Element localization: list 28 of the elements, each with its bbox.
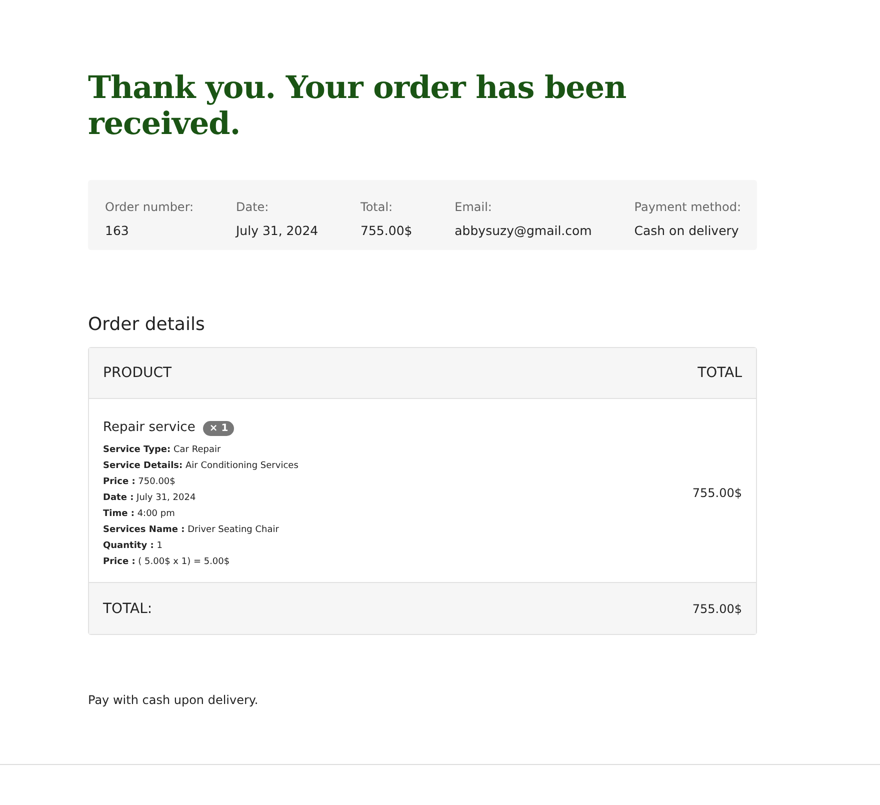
quantity-badge: × 1 <box>203 421 234 436</box>
column-header: PRODUCT <box>103 365 172 381</box>
product-detail: Quantity : 1 <box>103 540 164 553</box>
product-detail: Date : July 31, 2024 <box>103 492 197 505</box>
summary-value: abbysuzy@gmail.com <box>454 223 592 238</box>
footer-total: 755.00$ <box>692 602 742 616</box>
footer-label: TOTAL: <box>103 600 152 616</box>
summary-value: 755.00$ <box>360 223 412 238</box>
product-name: Repair service <box>103 420 196 435</box>
summary-value: 163 <box>105 223 130 238</box>
row-total: 755.00$ <box>692 486 742 500</box>
product-detail: Price : 750.00$ <box>103 476 176 489</box>
product-detail: Service Type: Car Repair <box>103 444 222 457</box>
product-detail: Services Name : Driver Seating Chair <box>103 524 280 537</box>
summary-label: Date: <box>236 200 270 214</box>
product-detail: Time : 4:00 pm <box>103 508 176 521</box>
summary-label: Order number: <box>105 200 194 214</box>
summary-value: Cash on delivery <box>634 223 740 238</box>
column-header: TOTAL <box>698 365 742 381</box>
product-detail: Service Details: Air Conditioning Services <box>103 460 298 473</box>
summary-label: Payment method: <box>634 200 741 214</box>
product-detail: Price : ( 5.00$ x 1) = 5.00$ <box>103 556 231 569</box>
payment-note: Pay with cash upon delivery. <box>88 693 260 707</box>
summary-label: Email: <box>454 200 493 214</box>
summary-value: July 31, 2024 <box>236 223 318 238</box>
summary-label: Total: <box>360 200 394 214</box>
page-heading: Thank you. Your order has been received. <box>88 70 628 142</box>
section-title: Order details <box>88 314 206 335</box>
